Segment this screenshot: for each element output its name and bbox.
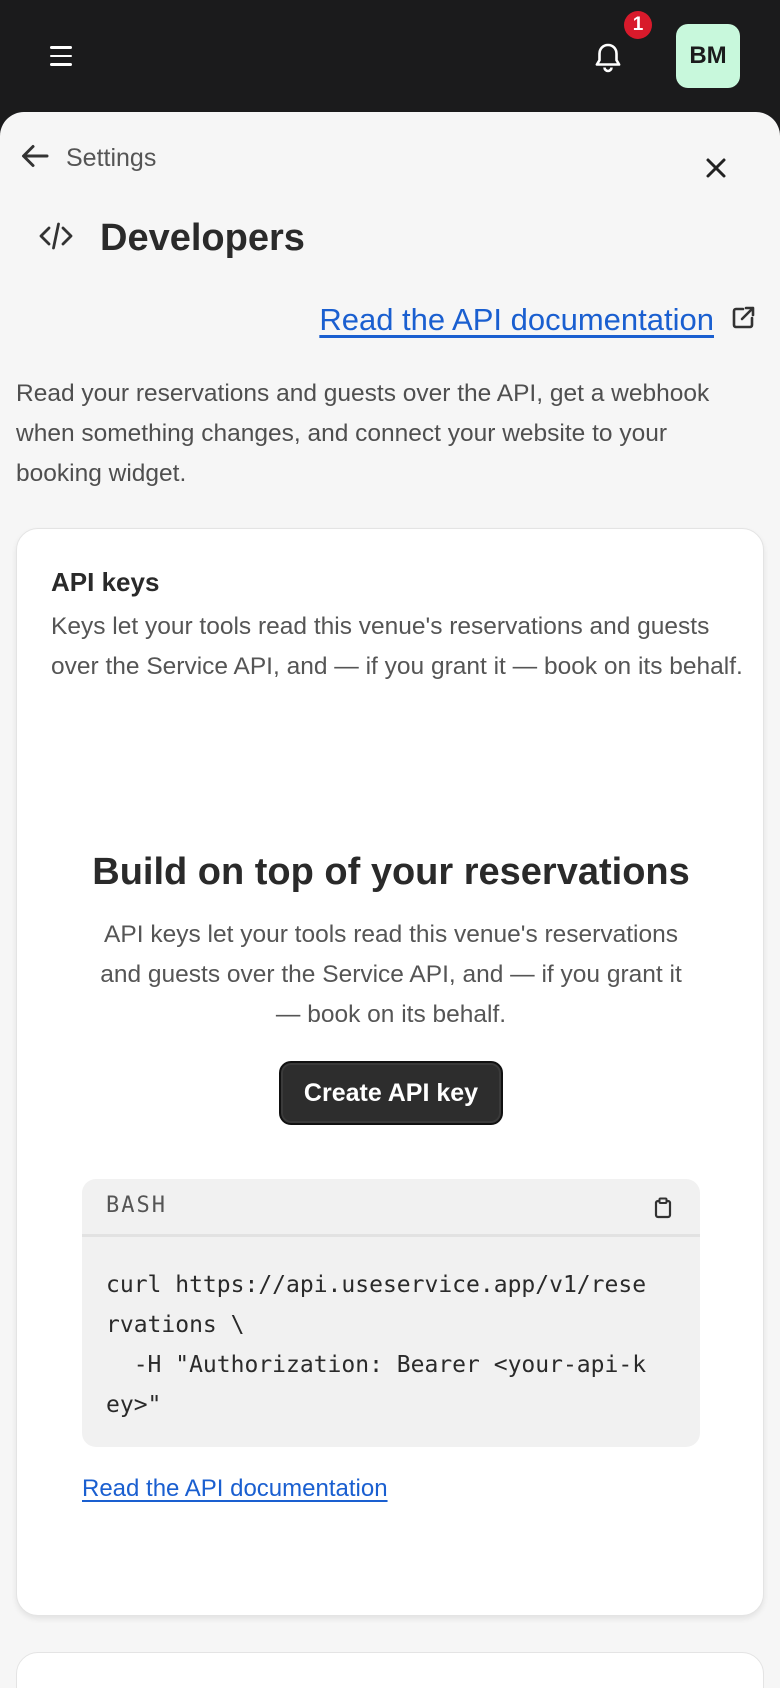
- page-title: Developers: [100, 216, 305, 259]
- top-bar: 1 BM: [0, 0, 780, 112]
- notification-badge: 1: [624, 11, 652, 39]
- code-line: curl https://api.useservice.app/v1/rese: [106, 1272, 647, 1298]
- create-api-key-button[interactable]: Create API key: [279, 1061, 503, 1125]
- avatar[interactable]: BM: [676, 24, 740, 88]
- code-line: ey>": [106, 1392, 162, 1418]
- arrow-left-icon: [18, 139, 52, 178]
- code-line: -H "Authorization: Bearer <your-api-k: [106, 1352, 647, 1378]
- page-header: Developers: [38, 210, 305, 266]
- back-label: Settings: [66, 143, 157, 172]
- empty-state-description: API keys let your tools read this venue'…: [100, 921, 682, 1028]
- api-keys-card: API keys Keys let your tools read this v…: [16, 528, 764, 1616]
- code-snippet-header: BASH: [82, 1179, 700, 1237]
- code-line: rvations \: [106, 1312, 245, 1338]
- clipboard-icon[interactable]: [650, 1195, 676, 1221]
- external-link-icon[interactable]: [730, 305, 756, 336]
- card-description: Keys let your tools read this venue's re…: [51, 613, 743, 680]
- code-icon: [38, 218, 74, 259]
- api-docs-link[interactable]: Read the API documentation: [319, 302, 714, 338]
- code-snippet: BASH curl https://api.useservice.app/v1/…: [82, 1179, 700, 1447]
- close-icon[interactable]: [700, 152, 732, 184]
- api-docs-link-row: Read the API documentation: [319, 298, 756, 342]
- card-title: API keys: [51, 567, 160, 597]
- bell-icon[interactable]: [587, 36, 629, 78]
- next-card: [16, 1652, 764, 1688]
- settings-sheet: Settings Developers Read the API documen…: [0, 112, 780, 1688]
- api-docs-link-bottom[interactable]: Read the API documentation: [82, 1475, 388, 1503]
- code-language-label: BASH: [106, 1193, 167, 1218]
- empty-state-title: Build on top of your reservations: [92, 851, 690, 893]
- hamburger-icon[interactable]: [50, 40, 86, 72]
- code-content[interactable]: curl https://api.useservice.app/v1/rese r…: [106, 1265, 682, 1425]
- intro-text: Read your reservations and guests over t…: [16, 380, 710, 487]
- back-to-settings-button[interactable]: Settings: [18, 140, 156, 176]
